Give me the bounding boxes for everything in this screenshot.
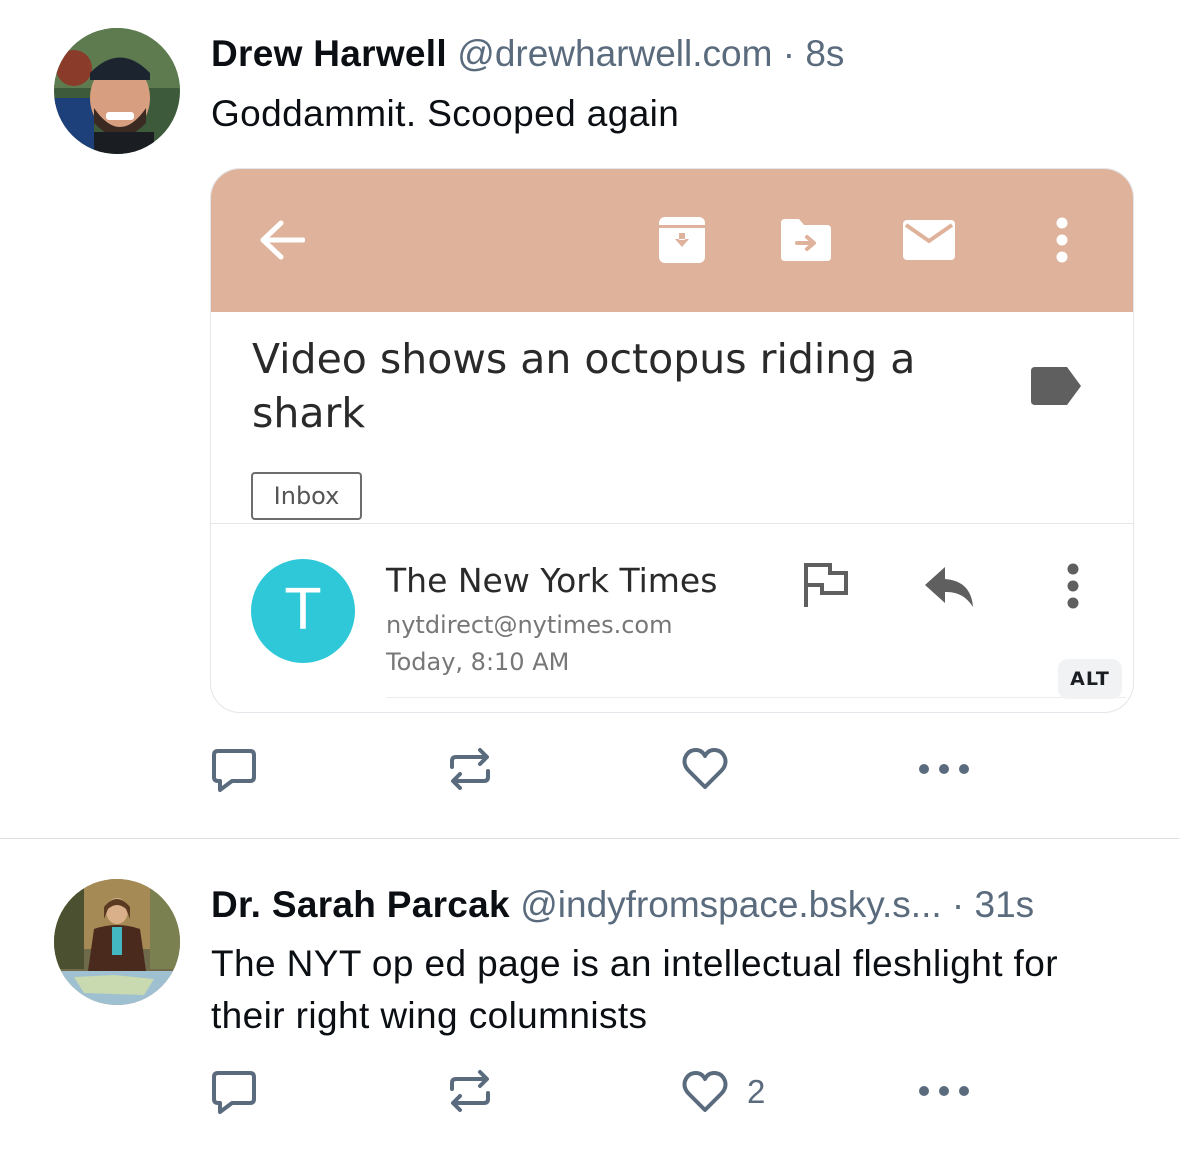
more-options-button[interactable] — [917, 1067, 971, 1115]
post-actions: 2 — [0, 1067, 1179, 1117]
sender-avatar: T — [251, 559, 355, 663]
move-to-folder-icon — [781, 219, 831, 261]
post-text: Goddammit. Scooped again — [211, 93, 680, 134]
card-bottom-line — [386, 697, 1126, 698]
post-time[interactable]: 8s — [805, 33, 844, 74]
post-drew-harwell[interactable]: Drew Harwell @drewharwell.com · 8s Godda… — [0, 0, 1179, 838]
post-actions — [0, 745, 1179, 795]
reply-icon — [925, 567, 973, 607]
post-text: The NYT op ed page is an intellectual fl… — [211, 943, 1058, 1036]
more-vertical-icon — [1056, 217, 1068, 263]
heart-icon — [682, 1071, 728, 1112]
flag-icon — [804, 563, 848, 607]
meta-separator: · — [782, 33, 796, 74]
post-header: Drew Harwell @drewharwell.com · 8s — [211, 32, 1139, 76]
reply-button[interactable] — [210, 745, 276, 793]
repost-button[interactable] — [446, 745, 512, 793]
sender-email: nytdirect@nytimes.com — [386, 611, 673, 639]
more-horizontal-icon — [919, 764, 969, 774]
like-button[interactable]: 2 — [681, 1067, 765, 1117]
embedded-image[interactable]: Video shows an octopus riding a shark In… — [210, 168, 1134, 713]
email-subject: Video shows an octopus riding a shark — [252, 335, 916, 437]
meta-separator: · — [951, 884, 965, 925]
author-avatar[interactable] — [54, 28, 180, 154]
like-count: 2 — [747, 1073, 766, 1110]
more-horizontal-icon — [919, 1086, 969, 1096]
like-button[interactable] — [681, 745, 747, 793]
mail-icon — [903, 220, 955, 260]
email-date: Today, 8:10 AM — [386, 648, 570, 676]
alt-text-badge[interactable]: ALT — [1058, 659, 1122, 699]
author-name[interactable]: Dr. Sarah Parcak — [211, 884, 510, 925]
post-header: Dr. Sarah Parcak @indyfromspace.bsky.s..… — [211, 883, 1139, 927]
heart-icon — [682, 748, 728, 789]
more-options-button[interactable] — [917, 745, 971, 793]
avatar-photo — [54, 28, 180, 154]
sender-name: The New York Times — [386, 561, 718, 600]
reply-bubble-icon — [212, 1071, 256, 1114]
card-divider — [211, 523, 1133, 524]
repost-button[interactable] — [446, 1067, 512, 1115]
author-name[interactable]: Drew Harwell — [211, 33, 447, 74]
inbox-label: Inbox — [251, 472, 362, 520]
post-time[interactable]: 31s — [975, 884, 1035, 925]
email-more-icon — [1067, 563, 1079, 609]
repost-icon — [450, 1070, 490, 1112]
reply-button[interactable] — [210, 1067, 276, 1115]
reply-bubble-icon — [212, 749, 256, 792]
label-tag-icon — [1031, 367, 1081, 405]
author-handle[interactable]: @drewharwell.com — [457, 33, 772, 74]
email-toolbar — [211, 169, 1133, 312]
author-avatar[interactable] — [54, 879, 180, 1005]
back-arrow-icon — [260, 220, 305, 260]
author-handle[interactable]: @indyfromspace.bsky.s... — [520, 884, 941, 925]
post-sarah-parcak[interactable]: Dr. Sarah Parcak @indyfromspace.bsky.s..… — [0, 839, 1179, 1159]
archive-icon — [659, 217, 705, 263]
avatar-photo — [54, 879, 180, 1005]
repost-icon — [450, 748, 490, 790]
